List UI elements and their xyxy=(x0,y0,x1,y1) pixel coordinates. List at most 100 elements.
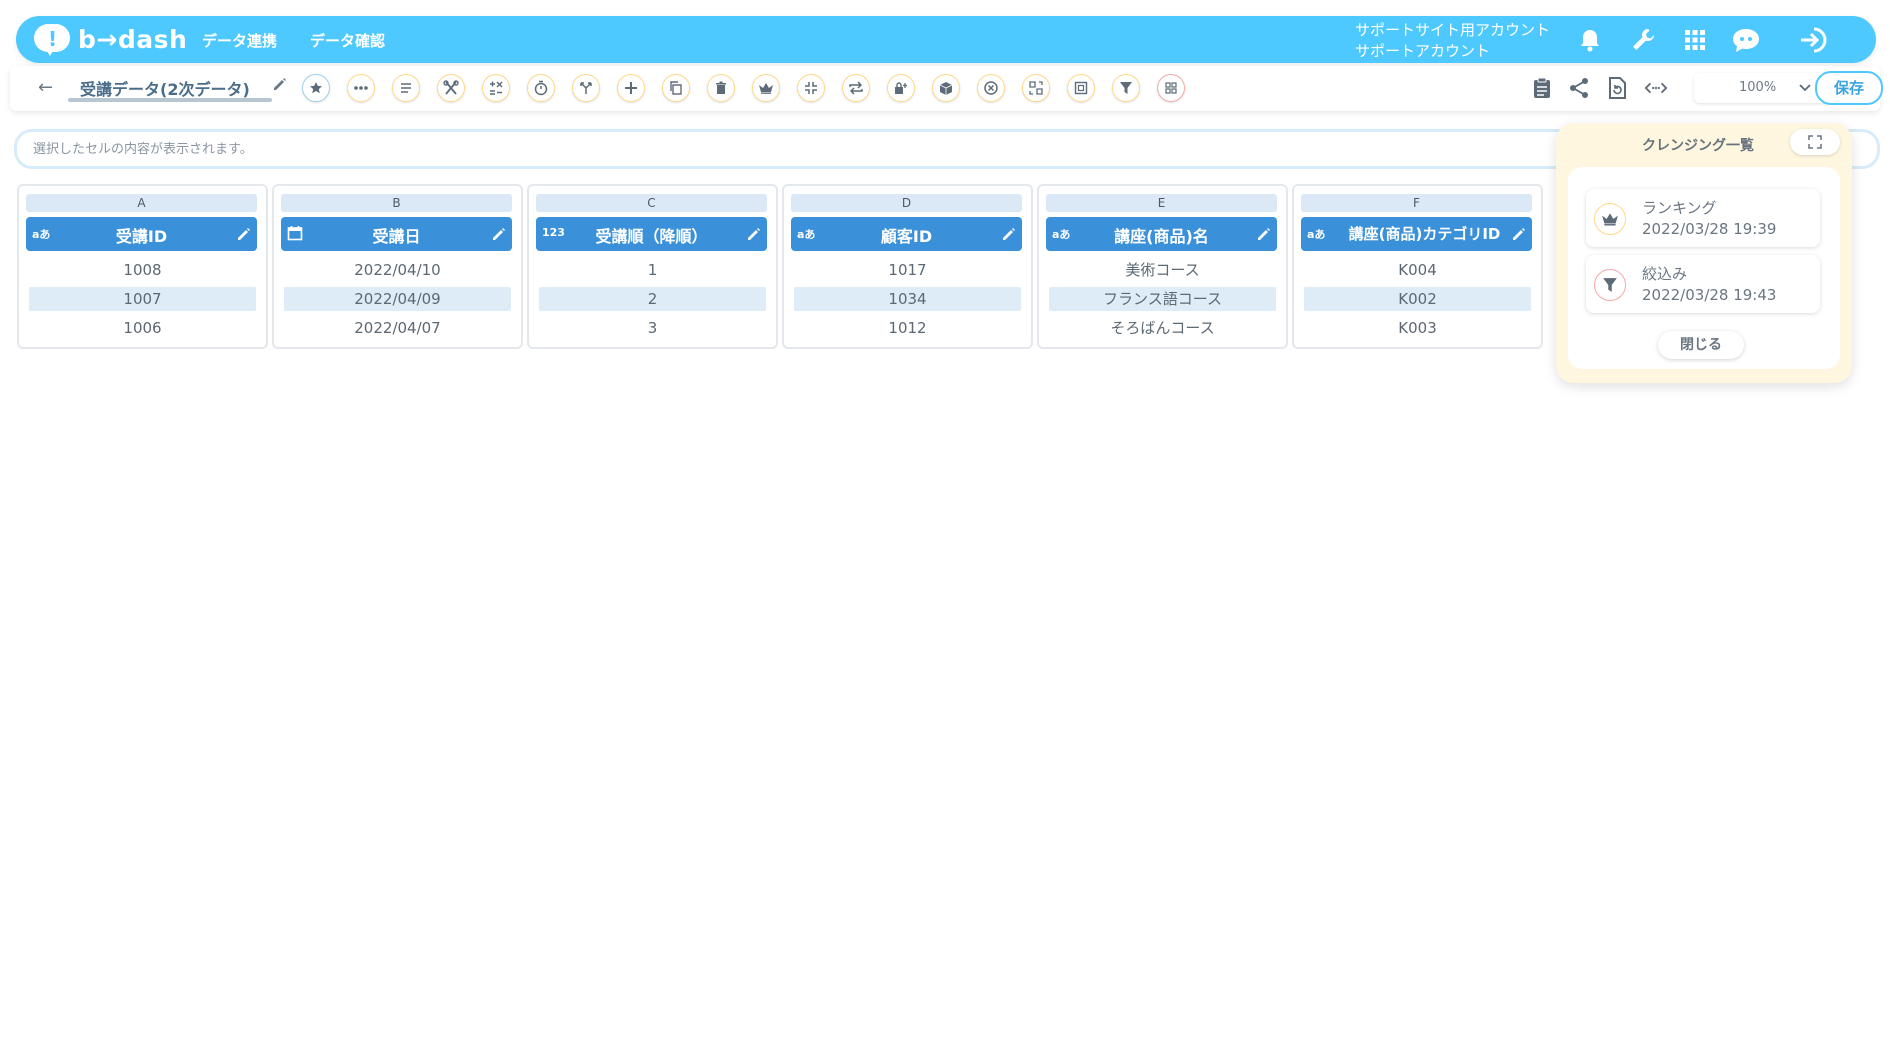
logo-bubble-icon: ! xyxy=(34,22,72,56)
copy-icon[interactable] xyxy=(662,74,690,102)
refresh-file-icon[interactable] xyxy=(1605,76,1629,100)
account-name: サポートサイト用アカウント xyxy=(1355,21,1551,39)
save-button[interactable]: 保存 xyxy=(1815,71,1883,105)
scissors-icon[interactable] xyxy=(437,74,465,102)
table-cell[interactable]: 1006 xyxy=(29,316,256,340)
column-d: D aあ 顧客ID 1017 1034 1012 xyxy=(782,184,1033,349)
grid-icon[interactable] xyxy=(1157,74,1185,102)
edit-pencil-icon[interactable] xyxy=(237,226,251,245)
logo[interactable]: ! b→dash xyxy=(34,22,187,56)
column-name: 受講順（降順） xyxy=(595,227,708,246)
column-f: F aあ 講座(商品)カテゴリID K004 K002 K003 xyxy=(1292,184,1543,349)
table-cell[interactable]: 1012 xyxy=(794,316,1021,340)
column-letter[interactable]: C xyxy=(536,194,767,212)
column-letter[interactable]: E xyxy=(1046,194,1277,212)
zoom-select[interactable]: 100% xyxy=(1694,73,1828,103)
star-icon[interactable] xyxy=(302,74,330,102)
account-user: サポートアカウント xyxy=(1355,42,1491,60)
collapse-icon[interactable] xyxy=(797,74,825,102)
clipboard-icon[interactable] xyxy=(1530,76,1554,100)
column-b: B 受講日 2022/04/10 2022/04/09 2022/04/07 xyxy=(272,184,523,349)
edit-title-pencil-icon[interactable] xyxy=(272,76,288,96)
bell-icon[interactable] xyxy=(1574,24,1606,56)
column-a: A aあ 受講ID 1008 1007 1006 xyxy=(17,184,268,349)
list-icon[interactable] xyxy=(392,74,420,102)
nav-data-check[interactable]: データ確認 xyxy=(310,30,385,51)
table-cell[interactable]: 1034 xyxy=(794,287,1021,311)
branch-icon[interactable] xyxy=(572,74,600,102)
calc-icon[interactable] xyxy=(482,74,510,102)
fullscreen-icon xyxy=(1808,135,1822,149)
column-header[interactable]: aあ 顧客ID xyxy=(791,217,1022,251)
table-cell[interactable]: 美術コース xyxy=(1049,258,1276,282)
apps-grid-icon[interactable] xyxy=(1679,24,1711,56)
share-icon[interactable] xyxy=(1567,76,1591,100)
column-header[interactable]: 受講日 xyxy=(281,217,512,251)
column-letter[interactable]: D xyxy=(791,194,1022,212)
edit-pencil-icon[interactable] xyxy=(1512,226,1526,245)
repeat-icon[interactable] xyxy=(842,74,870,102)
column-letter[interactable]: F xyxy=(1301,194,1532,212)
table-cell[interactable]: 2022/04/10 xyxy=(284,258,511,282)
table-cell[interactable]: 1007 xyxy=(29,287,256,311)
logo-text: b→dash xyxy=(78,24,188,54)
list-item[interactable]: ランキング 2022/03/28 19:39 xyxy=(1586,189,1820,247)
sheet-title[interactable]: 受講データ(2次データ) xyxy=(80,76,250,100)
table-cell[interactable]: そろばんコース xyxy=(1049,316,1276,340)
column-header[interactable]: aあ 講座(商品)名 xyxy=(1046,217,1277,251)
column-c: C 123 受講順（降順） 1 2 3 xyxy=(527,184,778,349)
table-cell[interactable]: 2 xyxy=(539,287,766,311)
frame-icon[interactable] xyxy=(1067,74,1095,102)
table-cell[interactable]: 1017 xyxy=(794,258,1021,282)
column-header[interactable]: 123 受講順（降順） xyxy=(536,217,767,251)
edit-pencil-icon[interactable] xyxy=(1257,226,1271,245)
column-letter[interactable]: B xyxy=(281,194,512,212)
entry-name: 絞込み xyxy=(1642,265,1688,283)
account-info[interactable]: サポートサイト用アカウント サポートアカウント xyxy=(1355,20,1550,62)
table-cell[interactable]: 2022/04/07 xyxy=(284,316,511,340)
trash-icon[interactable] xyxy=(707,74,735,102)
cell-content-input[interactable] xyxy=(31,137,1535,161)
table-cell[interactable]: 2022/04/09 xyxy=(284,287,511,311)
column-e: E aあ 講座(商品)名 美術コース フランス語コース そろばんコース xyxy=(1037,184,1288,349)
cancel-icon[interactable] xyxy=(977,74,1005,102)
title-underline xyxy=(68,98,272,102)
lock-icon[interactable] xyxy=(887,74,915,102)
replace-icon[interactable] xyxy=(1022,74,1050,102)
entry-time: 2022/03/28 19:43 xyxy=(1642,286,1777,304)
edit-pencil-icon[interactable] xyxy=(1002,226,1016,245)
table-cell[interactable]: フランス語コース xyxy=(1049,287,1276,311)
table-cell[interactable]: K002 xyxy=(1304,287,1531,311)
cleansing-list: ランキング 2022/03/28 19:39 絞込み 2022/03/28 19… xyxy=(1568,167,1840,369)
nav-data-integration[interactable]: データ連携 xyxy=(202,30,277,51)
more-icon[interactable] xyxy=(347,74,375,102)
editor-toolbar: ← 受講データ(2次データ) 100% 保存 xyxy=(10,66,1883,111)
column-letter[interactable]: A xyxy=(26,194,257,212)
plus-icon[interactable] xyxy=(617,74,645,102)
column-name: 講座(商品)名 xyxy=(1114,227,1209,246)
table-cell[interactable]: K004 xyxy=(1304,258,1531,282)
wrench-icon[interactable] xyxy=(1627,24,1659,56)
filter-icon[interactable] xyxy=(1112,74,1140,102)
crown-icon[interactable] xyxy=(752,74,780,102)
table-cell[interactable]: 3 xyxy=(539,316,766,340)
chat-robot-icon[interactable] xyxy=(1730,24,1762,56)
column-header[interactable]: aあ 講座(商品)カテゴリID xyxy=(1301,217,1532,251)
table-cell[interactable]: K003 xyxy=(1304,316,1531,340)
close-button[interactable]: 閉じる xyxy=(1658,331,1744,359)
table-cell[interactable]: 1 xyxy=(539,258,766,282)
box-icon[interactable] xyxy=(932,74,960,102)
timer-icon[interactable] xyxy=(527,74,555,102)
logout-icon[interactable] xyxy=(1798,24,1830,56)
column-header[interactable]: aあ 受講ID xyxy=(26,217,257,251)
edit-pencil-icon[interactable] xyxy=(492,226,506,245)
edit-pencil-icon[interactable] xyxy=(747,226,761,245)
table-cell[interactable]: 1008 xyxy=(29,258,256,282)
code-icon[interactable] xyxy=(1644,76,1668,100)
list-item[interactable]: 絞込み 2022/03/28 19:43 xyxy=(1586,255,1820,313)
column-name: 講座(商品)カテゴリID xyxy=(1348,225,1501,243)
cleansing-panel: クレンジング一覧 ランキング 2022/03/28 19:39 絞込み 2022… xyxy=(1556,123,1852,383)
back-arrow-icon[interactable]: ← xyxy=(38,77,53,98)
expand-button[interactable] xyxy=(1790,129,1840,155)
column-name: 受講日 xyxy=(372,227,421,246)
